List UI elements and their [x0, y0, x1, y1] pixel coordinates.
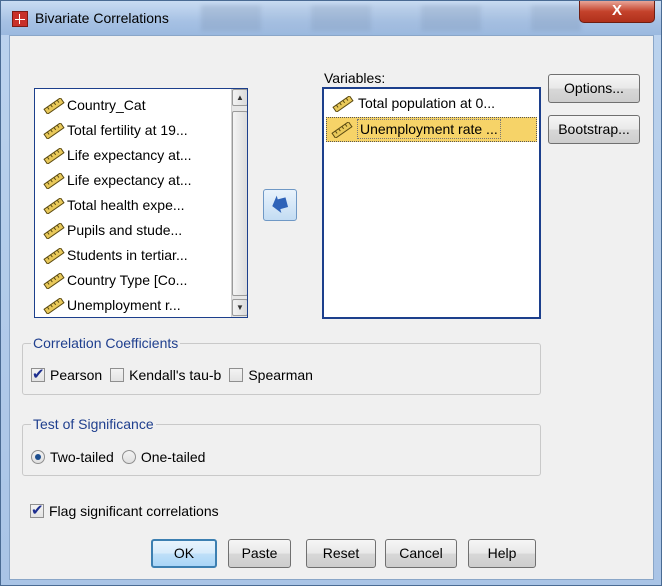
scale-ruler-icon: [43, 147, 65, 165]
scroll-up-icon[interactable]: ▲: [232, 89, 247, 106]
flag-significant-label[interactable]: Flag significant correlations: [49, 503, 219, 519]
title-bar[interactable]: Bivariate Correlations X: [1, 1, 661, 35]
reset-button[interactable]: Reset: [306, 539, 376, 568]
list-item[interactable]: Life expectancy at...: [35, 144, 231, 169]
list-item-label: Pupils and stude...: [67, 222, 183, 238]
list-item-label: Total population at 0...: [358, 95, 495, 111]
move-variable-button[interactable]: [263, 189, 297, 221]
variables-list[interactable]: Total population at 0... Unemployment rat…: [322, 87, 541, 319]
list-item-label: Total health expe...: [67, 197, 185, 213]
scale-ruler-icon: [331, 121, 353, 139]
one-tailed-label[interactable]: One-tailed: [141, 449, 206, 465]
list-item-label: Life expectancy at...: [67, 172, 192, 188]
dialog-window: Bivariate Correlations X Country_Cat Tota…: [0, 0, 662, 586]
test-of-significance-title: Test of Significance: [31, 416, 156, 432]
list-item-label: Unemployment rate ...: [357, 119, 501, 139]
window-title: Bivariate Correlations: [35, 10, 169, 26]
spearman-checkbox[interactable]: [229, 368, 244, 382]
flag-significant-checkbox[interactable]: [30, 501, 44, 519]
list-item-label: Country Type [Co...: [67, 272, 188, 288]
scroll-down-icon[interactable]: ▼: [232, 299, 247, 316]
help-button[interactable]: Help: [468, 539, 536, 568]
scale-ruler-icon: [43, 122, 65, 140]
pearson-checkbox[interactable]: [31, 365, 45, 383]
bootstrap-button[interactable]: Bootstrap...: [548, 115, 640, 144]
list-item[interactable]: Total fertility at 19...: [35, 119, 231, 144]
paste-button[interactable]: Paste: [228, 539, 291, 568]
dialog-body: Country_Cat Total fertility at 19... Life …: [9, 35, 654, 580]
cancel-button[interactable]: Cancel: [385, 539, 457, 568]
spss-app-icon: [12, 11, 28, 27]
scale-ruler-icon: [43, 272, 65, 290]
vertical-scrollbar[interactable]: ▲ ▼: [231, 89, 247, 317]
spearman-label[interactable]: Spearman: [248, 367, 313, 383]
scale-ruler-icon: [43, 247, 65, 265]
two-tailed-label[interactable]: Two-tailed: [50, 449, 114, 465]
source-variable-list[interactable]: Country_Cat Total fertility at 19... Life …: [34, 88, 248, 318]
scale-ruler-icon: [332, 95, 354, 113]
correlation-coefficients-title: Correlation Coefficients: [31, 335, 181, 351]
pearson-label[interactable]: Pearson: [50, 367, 102, 383]
test-of-significance-group: Test of Significance Two-tailed One-tail…: [22, 416, 541, 476]
list-item[interactable]: Country Type [Co...: [35, 269, 231, 294]
options-button[interactable]: Options...: [548, 74, 640, 103]
list-item-label: Total fertility at 19...: [67, 122, 188, 138]
close-button[interactable]: X: [579, 1, 655, 23]
scroll-thumb[interactable]: [232, 111, 247, 296]
list-item[interactable]: Total population at 0...: [324, 92, 539, 117]
tail-options: Two-tailed One-tailed: [31, 449, 205, 465]
list-item[interactable]: Unemployment rate ...: [326, 117, 537, 142]
list-item[interactable]: Total health expe...: [35, 194, 231, 219]
scale-ruler-icon: [43, 97, 65, 115]
scale-ruler-icon: [43, 297, 65, 315]
background-window-blur: [201, 5, 581, 31]
coefficient-options: Pearson Kendall's tau-b Spearman: [31, 365, 313, 383]
kendall-checkbox[interactable]: [110, 368, 125, 382]
flag-significant-row: Flag significant correlations: [30, 501, 219, 519]
list-item[interactable]: Life expectancy at...: [35, 169, 231, 194]
list-item-label: Unemployment r...: [67, 297, 181, 313]
ok-button[interactable]: OK: [151, 539, 217, 568]
list-item[interactable]: Unemployment r...: [35, 294, 231, 317]
list-item[interactable]: Pupils and stude...: [35, 219, 231, 244]
list-item[interactable]: Country_Cat: [35, 94, 231, 119]
scale-ruler-icon: [43, 222, 65, 240]
correlation-coefficients-group: Correlation Coefficients Pearson Kendall…: [22, 335, 541, 395]
list-item[interactable]: Students in tertiar...: [35, 244, 231, 269]
list-item-label: Students in tertiar...: [67, 247, 188, 263]
two-tailed-radio[interactable]: [31, 450, 45, 464]
arrow-left-icon: [272, 195, 289, 213]
scale-ruler-icon: [43, 172, 65, 190]
list-item-label: Life expectancy at...: [67, 147, 192, 163]
list-item-label: Country_Cat: [67, 97, 146, 113]
kendall-label[interactable]: Kendall's tau-b: [129, 367, 221, 383]
variables-label: Variables:: [324, 70, 386, 86]
one-tailed-radio[interactable]: [121, 450, 136, 464]
scale-ruler-icon: [43, 197, 65, 215]
